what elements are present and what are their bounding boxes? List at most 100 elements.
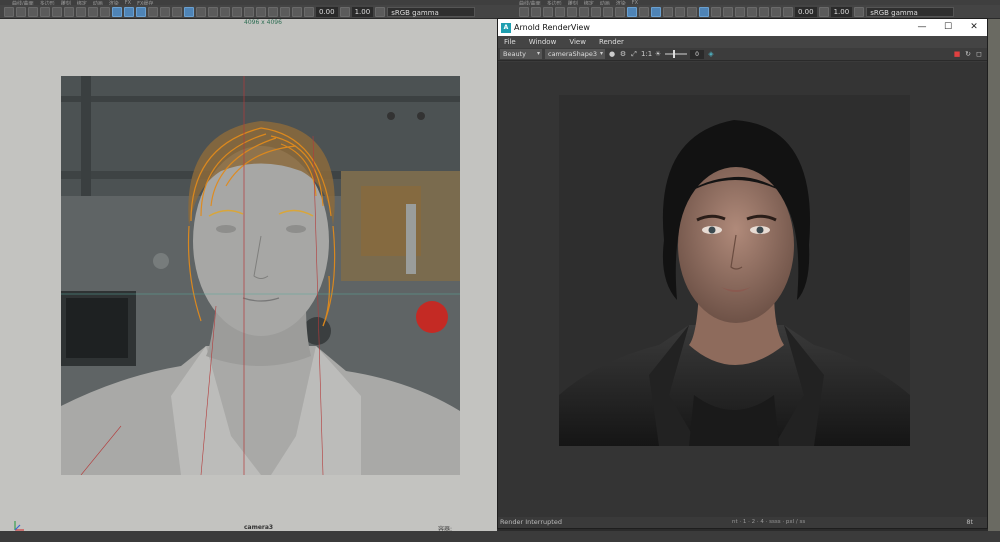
stop-render-icon[interactable]: ■ <box>953 50 961 58</box>
viewport-toolbar-left: 0.00 1.00 sRGB gamma <box>0 5 497 19</box>
menu-window[interactable]: Window <box>529 38 557 46</box>
arnold-logo-icon: A <box>501 22 511 33</box>
field-chart-icon[interactable] <box>124 6 134 17</box>
grid-icon[interactable] <box>591 6 601 17</box>
viewport-toolbar-right: 0.00 1.00 sRGB gamma <box>497 5 1000 19</box>
gamma-icon[interactable] <box>818 6 829 17</box>
gamma-field[interactable]: 1.00 <box>830 6 853 17</box>
paint-tool-icon[interactable] <box>28 6 38 17</box>
field-chart-icon[interactable] <box>639 6 649 17</box>
ao-icon[interactable] <box>208 6 218 17</box>
menu-render[interactable]: Render <box>599 38 624 46</box>
dof-icon[interactable] <box>244 6 254 17</box>
lasso-tool-icon[interactable] <box>531 6 541 17</box>
shadows-icon[interactable] <box>711 6 721 17</box>
aov-select[interactable]: Beauty <box>500 49 542 59</box>
exposure-field[interactable]: 0.00 <box>316 6 338 17</box>
viewport-image-plane[interactable] <box>61 76 460 475</box>
renderview-menubar: File Window View Render <box>498 36 987 48</box>
exposure-field[interactable]: 0.00 <box>795 6 817 17</box>
wireframe-icon[interactable] <box>148 6 158 17</box>
safe-action-icon[interactable] <box>651 6 661 17</box>
ao-icon[interactable] <box>723 6 733 17</box>
paint-tool-icon[interactable] <box>543 6 553 17</box>
view-transform-select[interactable]: sRGB gamma <box>387 6 476 17</box>
window-titlebar[interactable]: A Arnold RenderView — ☐ ✕ <box>498 19 987 36</box>
maya-bottom-bar <box>0 531 1000 542</box>
camera-label: camera3 <box>244 524 274 531</box>
resolution-gate-icon[interactable] <box>100 6 110 17</box>
camera-attr-icon[interactable] <box>555 6 565 17</box>
window-title: Arnold RenderView <box>514 23 590 32</box>
gamma-icon[interactable] <box>339 6 350 17</box>
status-bar: Render Interrupted nt · 1 · 2 · 4 · ssss… <box>498 517 987 528</box>
aa-icon[interactable] <box>747 6 757 17</box>
gate-mask-icon[interactable] <box>112 6 122 17</box>
textured-icon[interactable] <box>687 6 697 17</box>
viewport-scene <box>61 76 460 475</box>
render-canvas[interactable] <box>498 62 987 517</box>
render-status: Render Interrupted <box>500 518 562 526</box>
motion-blur-icon[interactable] <box>735 6 745 17</box>
window-controls: — ☐ ✕ <box>909 19 987 36</box>
lights-icon[interactable] <box>184 6 194 17</box>
arnold-renderview-window: A Arnold RenderView — ☐ ✕ File Window Vi… <box>497 18 988 529</box>
shadows-icon[interactable] <box>196 6 206 17</box>
textured-icon[interactable] <box>172 6 182 17</box>
close-button[interactable]: ✕ <box>961 19 987 36</box>
smooth-shade-icon[interactable] <box>160 6 170 17</box>
xray-components-icon[interactable] <box>292 6 302 17</box>
select-tool-icon[interactable] <box>519 6 529 17</box>
refresh-icon[interactable]: ↻ <box>964 50 972 58</box>
isolate-icon[interactable] <box>759 6 769 17</box>
safe-action-icon[interactable] <box>136 6 146 17</box>
film-gate-icon[interactable] <box>88 6 98 17</box>
exposure-icon[interactable] <box>783 6 793 17</box>
background-viewport-strip <box>988 19 1000 539</box>
menu-file[interactable]: File <box>504 38 516 46</box>
record-icon[interactable]: ● <box>608 50 616 58</box>
minimize-button[interactable]: — <box>909 19 935 36</box>
motion-blur-icon[interactable] <box>220 6 230 17</box>
grid-icon[interactable] <box>76 6 86 17</box>
select-tool-icon[interactable] <box>4 6 14 17</box>
menu-view[interactable]: View <box>569 38 586 46</box>
bookmark-icon[interactable] <box>52 6 62 17</box>
renderview-toolbar: Beauty cameraShape3 ● ⚙ ⤢ 1:1 ☀ 0 ◈ ■ ↻ … <box>498 48 987 61</box>
aa-icon[interactable] <box>232 6 242 17</box>
xray-icon[interactable] <box>268 6 278 17</box>
fit-frame-icon[interactable]: ⤢ <box>630 50 638 58</box>
exposure-value[interactable]: 0 <box>690 49 704 59</box>
bookmark-icon[interactable] <box>567 6 577 17</box>
gamma-field[interactable]: 1.00 <box>351 6 374 17</box>
image-plane-icon[interactable] <box>579 6 589 17</box>
resolution-label: 4096 x 4096 <box>244 19 282 26</box>
ratio-toggle[interactable]: 1:1 <box>641 50 652 58</box>
isolate-icon[interactable] <box>256 6 266 17</box>
exposure-slider[interactable] <box>665 50 687 58</box>
wireframe-icon[interactable] <box>663 6 673 17</box>
film-gate-icon[interactable] <box>603 6 613 17</box>
exposure-icon[interactable] <box>304 6 314 17</box>
lasso-tool-icon[interactable] <box>16 6 26 17</box>
maya-viewport[interactable]: 4096 x 4096 camera3 容器: <box>0 19 497 539</box>
color-management-icon[interactable] <box>375 6 386 17</box>
camera-attr-icon[interactable] <box>40 6 50 17</box>
xray-joints-icon[interactable] <box>280 6 290 17</box>
lights-icon[interactable] <box>699 6 709 17</box>
camera-select[interactable]: cameraShape3 <box>545 49 605 59</box>
resolution-gate-icon[interactable] <box>615 6 625 17</box>
settings-gear-icon[interactable]: ⚙ <box>619 50 627 58</box>
gate-mask-icon[interactable] <box>627 6 637 17</box>
view-transform-select[interactable]: sRGB gamma <box>866 6 955 17</box>
smooth-shade-icon[interactable] <box>675 6 685 17</box>
render-portrait <box>559 95 910 446</box>
region-icon[interactable]: ◻ <box>975 50 983 58</box>
maximize-button[interactable]: ☐ <box>935 19 961 36</box>
image-plane-icon[interactable] <box>64 6 74 17</box>
xray-icon[interactable] <box>771 6 781 17</box>
color-management-icon[interactable] <box>854 6 865 17</box>
exposure-sun-icon[interactable]: ☀ <box>654 50 662 58</box>
color-correction-icon[interactable]: ◈ <box>707 50 715 58</box>
render-info: nt · 1 · 2 · 4 · ssss · pxl / ss <box>732 519 806 525</box>
